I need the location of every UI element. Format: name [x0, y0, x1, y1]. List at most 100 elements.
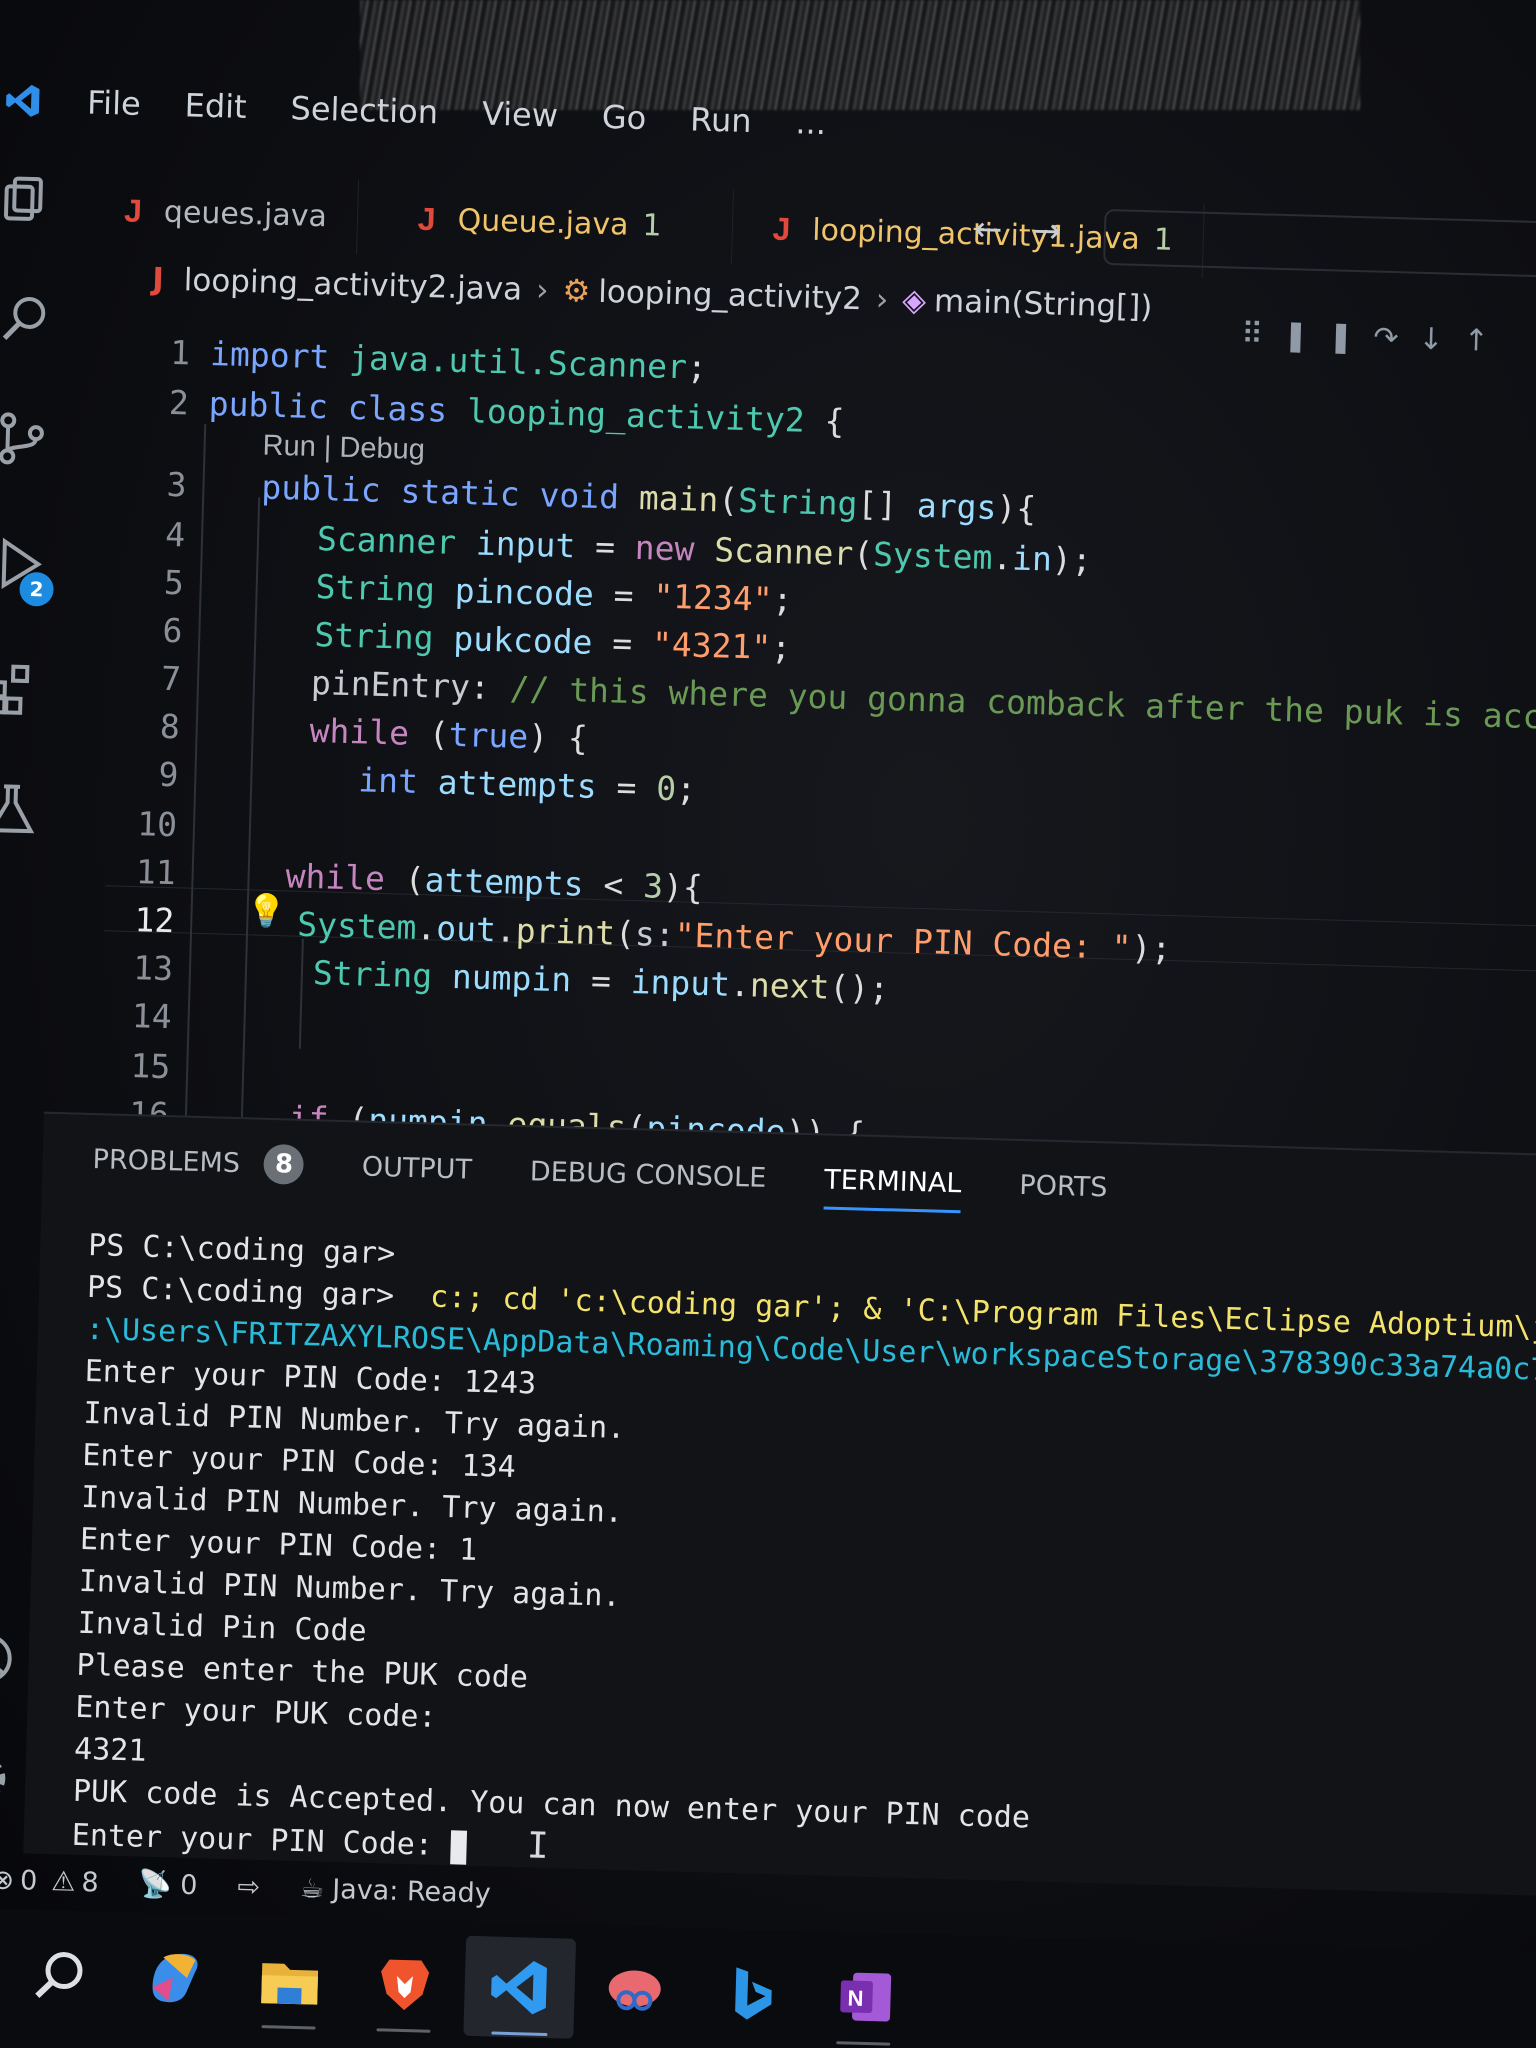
code-token: numpin	[451, 957, 572, 1000]
indent-guide	[184, 423, 207, 1124]
explorer-icon[interactable]	[0, 170, 57, 228]
forward-arrow-icon[interactable]: →	[1032, 211, 1092, 253]
source-control-icon[interactable]	[0, 410, 51, 468]
code-token: in	[1011, 538, 1053, 579]
tab-label: DEBUG CONSOLE	[529, 1155, 767, 1194]
terminal-prompt: PS C:\coding gar>	[86, 1269, 395, 1314]
copilot-icon[interactable]	[118, 1926, 231, 2029]
nav-arrows: ←→	[973, 209, 1091, 252]
line-number: 9	[158, 754, 179, 795]
brave-icon[interactable]	[348, 1933, 461, 2036]
menu-edit[interactable]: Edit	[184, 86, 247, 126]
code-token: :	[469, 667, 511, 708]
code-token: static	[399, 471, 521, 514]
code-token: new	[634, 527, 695, 569]
back-arrow-icon[interactable]: ←	[973, 209, 1033, 251]
code-line: import java.util.Scanner;	[210, 334, 708, 387]
code-token: []	[856, 484, 918, 525]
menu-bar: File Edit Selection View Go Run ...	[0, 60, 1536, 185]
terminal-output: Enter your PIN Code: 1243 Invalid PIN Num…	[72, 1351, 1536, 1854]
running-indicator	[376, 2028, 431, 2033]
account-icon[interactable]	[0, 1630, 16, 1688]
running-indicator	[261, 2025, 316, 2030]
lightbulb-icon[interactable]: 💡	[246, 891, 287, 930]
line-number: 10	[136, 804, 178, 845]
breadcrumb-file[interactable]: looping_activity2.java	[183, 262, 522, 307]
tab-queue-java[interactable]: J Queue.java 1	[356, 180, 734, 265]
codelens-run-debug[interactable]: Run | Debug	[262, 430, 425, 468]
code-token: public	[260, 467, 382, 510]
java-status[interactable]: ☕ Java: Ready	[300, 1873, 492, 1909]
extensions-icon[interactable]	[0, 660, 44, 718]
testing-icon[interactable]	[0, 780, 40, 838]
code-token: out	[435, 908, 497, 950]
code-token: .	[991, 537, 1013, 578]
java-file-icon: J	[417, 200, 437, 237]
error-icon: ⊗	[0, 1864, 15, 1896]
tab-problems[interactable]: PROBLEMS 8	[92, 1139, 305, 1185]
code-token: String	[737, 480, 858, 524]
tab-ports[interactable]: PORTS	[1019, 1169, 1108, 1202]
line-number: 3	[166, 464, 188, 505]
tab-problem-count: 1	[642, 207, 663, 244]
terminal-prompt: PS C:\coding gar>	[87, 1227, 396, 1272]
settings-gear-icon[interactable]	[0, 1749, 13, 1807]
breadcrumb-method[interactable]: main(String[])	[934, 283, 1153, 325]
terminal[interactable]: PS C:\coding gar> PS C:\coding gar> c:; …	[71, 1225, 1536, 1896]
code-editor[interactable]: 12345678910111213141516 import java.util…	[99, 304, 1536, 1165]
search-icon[interactable]	[0, 290, 54, 348]
tab-qeues-java[interactable]: J qeues.java	[93, 172, 359, 255]
code-token: =	[591, 622, 653, 664]
menu-view[interactable]: View	[481, 95, 558, 135]
code-line: public static void main(String[] args){	[261, 467, 1037, 528]
debug-launch-icon[interactable]: ⇨	[237, 1871, 260, 1903]
tab-debug-console[interactable]: DEBUG CONSOLE	[529, 1156, 766, 1194]
menu-go[interactable]: Go	[601, 98, 646, 137]
code-token: public	[208, 383, 329, 427]
file-explorer-icon[interactable]	[233, 1929, 346, 2032]
code-token: <	[583, 864, 644, 906]
menu-file[interactable]: File	[87, 83, 142, 122]
tab-label: Queue.java	[457, 202, 630, 243]
line-number: 7	[160, 658, 182, 699]
indent-guide	[240, 497, 261, 1128]
code-token: Scanner	[713, 530, 854, 574]
text-cursor-icon: I	[526, 1825, 550, 1868]
code-token: java.util.Scanner	[348, 337, 688, 387]
vscode-icon[interactable]	[463, 1935, 577, 2039]
breadcrumb-class[interactable]: looping_activity2	[598, 274, 863, 317]
bing-icon[interactable]	[693, 1942, 806, 2045]
code-token: (	[852, 534, 874, 574]
problems-status[interactable]: ⊗ 0 ⚠ 8	[0, 1864, 99, 1898]
error-count: 0	[19, 1864, 38, 1897]
onenote-icon[interactable]: N	[808, 1945, 921, 2048]
tab-label: qeues.java	[163, 194, 328, 234]
vscode-window: File Edit Selection View Go Run ... 2 J …	[0, 0, 1536, 2048]
code-token: 3	[642, 866, 664, 906]
code-token: ) {	[527, 717, 589, 758]
tab-terminal[interactable]: TERMINAL	[824, 1164, 962, 1199]
snipping-tool-icon[interactable]	[578, 1939, 691, 2042]
code-token: ){	[662, 866, 704, 907]
code-token: Scanner	[316, 519, 457, 562]
code-line: String pukcode = "4321";	[314, 615, 792, 667]
tab-label: PORTS	[1019, 1169, 1108, 1203]
ports-count: 0	[179, 1869, 198, 1901]
code-token: (	[384, 859, 426, 900]
menu-more[interactable]: ...	[795, 103, 827, 142]
menu-run[interactable]: Run	[690, 100, 752, 140]
problems-count-badge: 8	[263, 1143, 305, 1185]
tab-output[interactable]: OUTPUT	[361, 1151, 472, 1185]
code-token: (	[614, 913, 636, 954]
ports-status[interactable]: 📡 0	[138, 1868, 198, 1902]
taskbar-search-icon[interactable]	[4, 1923, 117, 2026]
run-debug-icon[interactable]: 2	[0, 535, 55, 607]
menu-selection[interactable]: Selection	[290, 89, 438, 131]
code-token: void	[539, 475, 620, 517]
